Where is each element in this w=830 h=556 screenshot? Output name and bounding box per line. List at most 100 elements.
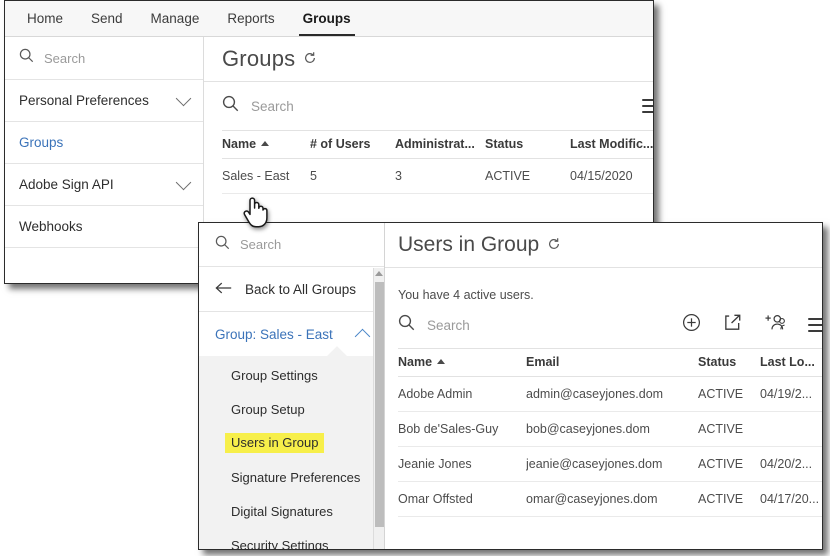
sidebar-item-webhooks[interactable]: Webhooks: [5, 206, 203, 248]
table-row[interactable]: Omar Offsted omar@caseyjones.dom ACTIVE …: [398, 481, 822, 517]
table-row[interactable]: Sales - East 5 3 ACTIVE 04/15/2020: [222, 158, 653, 194]
table-row[interactable]: Bob de'Sales-Guy bob@caseyjones.dom ACTI…: [398, 411, 822, 447]
submenu-item-group-settings[interactable]: Group Settings: [199, 358, 384, 392]
cell-user-email: bob@caseyjones.dom: [526, 411, 698, 447]
column-header-users[interactable]: # of Users: [310, 130, 395, 159]
groups-table: Name # of Users Administrat... Status La…: [222, 130, 654, 194]
topnav-item-reports[interactable]: Reports: [213, 1, 288, 36]
column-label: # of Users: [310, 137, 371, 151]
arrow-left-icon: [215, 281, 233, 298]
column-header-last-login[interactable]: Last Lo...: [760, 348, 822, 377]
groups-table-wrapper: Name # of Users Administrat... Status La…: [204, 130, 654, 194]
submenu-item-users-in-group[interactable]: Users in Group: [199, 426, 384, 460]
status-badge: ACTIVE: [698, 376, 760, 412]
sidebar-item-adobe-sign-api[interactable]: Adobe Sign API: [5, 164, 203, 206]
group-sidebar-search[interactable]: Search: [199, 223, 384, 267]
add-users-icon[interactable]: [764, 313, 786, 337]
cell-group-name[interactable]: Sales - East: [222, 158, 310, 194]
group-submenu: Group Settings Group Setup Users in Grou…: [199, 356, 384, 550]
topnav-label: Send: [91, 11, 123, 26]
groups-search-placeholder: Search: [251, 98, 294, 114]
sidebar-item-personal-preferences[interactable]: Personal Preferences: [5, 80, 203, 122]
cell-last-login: 04/20/2...: [760, 446, 822, 482]
sort-ascending-icon: [261, 141, 270, 146]
submenu-item-security-settings[interactable]: Security Settings: [199, 528, 384, 550]
back-to-all-groups-button[interactable]: Back to All Groups: [199, 267, 384, 312]
topnav-item-manage[interactable]: Manage: [137, 1, 214, 36]
refresh-icon[interactable]: [303, 51, 317, 70]
column-header-name[interactable]: Name: [398, 348, 526, 377]
column-header-status[interactable]: Status: [698, 348, 760, 377]
search-icon: [215, 235, 230, 255]
sidebar-item-label: Groups: [19, 135, 64, 150]
sidebar-item-label: Personal Preferences: [19, 93, 149, 108]
hamburger-icon[interactable]: [808, 318, 822, 332]
status-badge: ACTIVE: [698, 481, 760, 517]
add-circle-icon[interactable]: [682, 313, 701, 337]
groups-sidebar: Search Personal Preferences Groups Adobe…: [5, 37, 204, 283]
chevron-down-icon: [175, 90, 192, 107]
cell-user-email: omar@caseyjones.dom: [526, 481, 698, 517]
column-header-last-modified[interactable]: Last Modific...: [570, 130, 654, 159]
sidebar-item-groups[interactable]: Groups: [5, 122, 203, 164]
users-in-group-window: Search Back to All Groups Group: Sales -…: [198, 222, 823, 550]
chevron-down-icon: [175, 174, 192, 191]
hamburger-icon[interactable]: [642, 99, 653, 113]
cell-administrator-count: 3: [395, 158, 485, 194]
column-header-administrators[interactable]: Administrat...: [395, 130, 485, 159]
cell-user-name[interactable]: Jeanie Jones: [398, 446, 526, 482]
column-label: Name: [222, 137, 257, 151]
table-row[interactable]: Jeanie Jones jeanie@caseyjones.dom ACTIV…: [398, 446, 822, 482]
users-table-wrapper: Name Email Status Last Lo... Adobe Admin…: [385, 348, 822, 517]
back-to-all-groups-label: Back to All Groups: [245, 281, 357, 297]
topnav-item-send[interactable]: Send: [77, 1, 137, 36]
group-selector[interactable]: Group: Sales - East: [199, 312, 384, 356]
cell-last-login: 04/17/20...: [760, 481, 822, 517]
column-header-status[interactable]: Status: [485, 130, 570, 159]
users-table: Name Email Status Last Lo... Adobe Admin…: [398, 348, 822, 517]
sort-ascending-icon: [437, 359, 446, 364]
topnav-item-home[interactable]: Home: [13, 1, 77, 36]
search-icon: [398, 314, 415, 336]
active-users-status: You have 4 active users.: [398, 288, 534, 302]
search-icon: [19, 48, 34, 68]
submenu-item-signature-preferences[interactable]: Signature Preferences: [199, 460, 384, 494]
chevron-up-icon: [354, 328, 371, 344]
users-title-bar: Users in Group: [385, 223, 822, 268]
column-label: Last Modific...: [570, 137, 654, 151]
cell-last-login: 04/19/2...: [760, 376, 822, 412]
sidebar-search[interactable]: Search: [5, 37, 203, 80]
group-selector-label: Group: Sales - East: [215, 326, 333, 342]
export-icon[interactable]: [723, 313, 742, 337]
sidebar-scrollbar[interactable]: [373, 268, 384, 549]
column-header-email[interactable]: Email: [526, 348, 698, 377]
table-row[interactable]: Adobe Admin admin@caseyjones.dom ACTIVE …: [398, 376, 822, 412]
column-label: Email: [526, 355, 560, 369]
screenshot-stage: Home Send Manage Reports Groups Search P…: [0, 0, 830, 556]
submenu-label: Users in Group: [225, 433, 325, 453]
column-label: Status: [698, 355, 737, 369]
topnav-label: Reports: [227, 11, 275, 26]
cell-user-email: jeanie@caseyjones.dom: [526, 446, 698, 482]
top-navigation-bar: Home Send Manage Reports Groups: [5, 1, 653, 37]
refresh-icon[interactable]: [547, 237, 561, 256]
cell-user-name[interactable]: Omar Offsted: [398, 481, 526, 517]
search-icon: [222, 95, 239, 117]
submenu-item-digital-signatures[interactable]: Digital Signatures: [199, 494, 384, 528]
scrollbar-thumb[interactable]: [375, 282, 384, 527]
column-label: Status: [485, 137, 524, 151]
submenu-item-group-setup[interactable]: Group Setup: [199, 392, 384, 426]
groups-title-bar: Groups: [204, 37, 653, 82]
column-label: Administrat...: [395, 137, 475, 151]
submenu-label: Group Setup: [231, 401, 305, 417]
page-title: Users in Group: [398, 233, 540, 256]
group-sidebar-search-placeholder: Search: [240, 237, 282, 252]
submenu-label: Security Settings: [231, 537, 329, 550]
topnav-item-groups[interactable]: Groups: [289, 1, 365, 36]
topnav-label: Manage: [150, 11, 200, 26]
cell-user-name[interactable]: Adobe Admin: [398, 376, 526, 412]
scroll-up-arrow-icon[interactable]: [375, 271, 383, 276]
cell-user-name[interactable]: Bob de'Sales-Guy: [398, 411, 526, 447]
column-header-name[interactable]: Name: [222, 130, 310, 159]
groups-toolbar: Search: [204, 82, 653, 130]
